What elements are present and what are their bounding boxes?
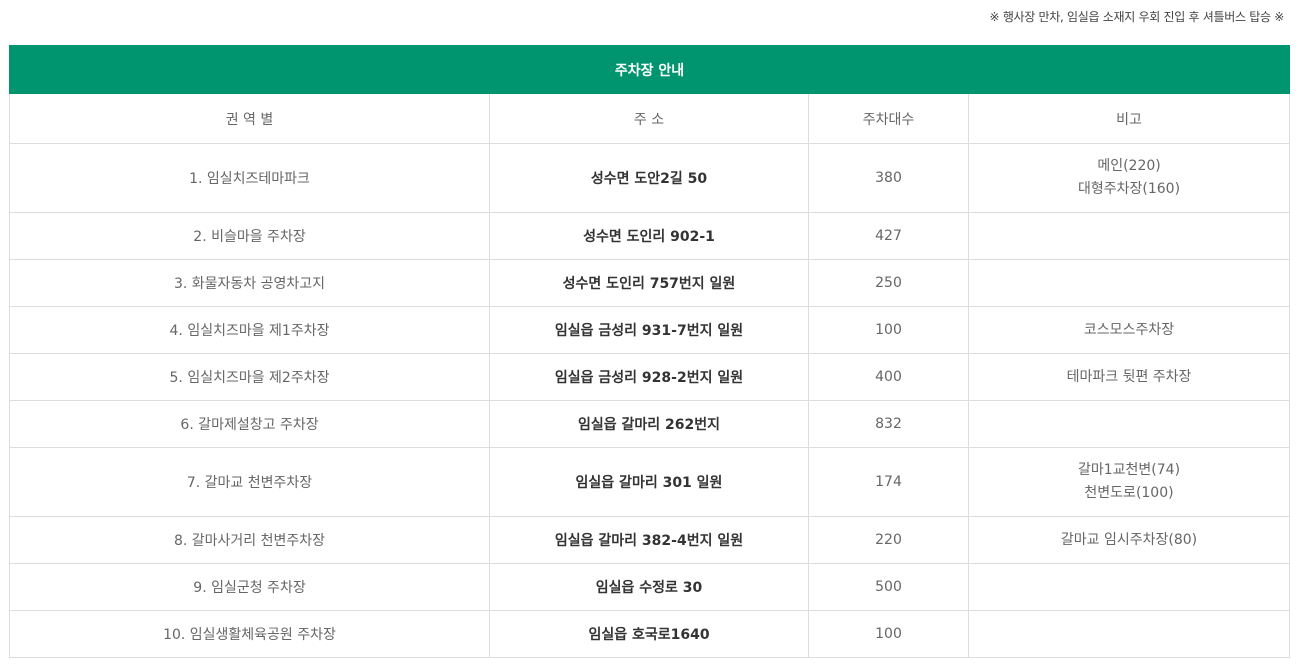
cell-notes: 코스모스주차장 xyxy=(967,306,1291,354)
cell-notes: 메인(220) 대형주차장(160) xyxy=(967,143,1291,213)
header-address: 주 소 xyxy=(489,93,809,144)
cell-region: 5. 임실치즈마을 제2주차장 xyxy=(9,353,490,401)
cell-region: 8. 갈마사거리 천변주차장 xyxy=(9,516,490,564)
table-row: 1. 임실치즈테마파크 성수면 도안2길 50 380 메인(220) 대형주차장(16… xyxy=(9,143,1291,213)
cell-address: 성수면 도안2길 50 xyxy=(489,143,809,213)
note-line: 코스모스주차장 xyxy=(1083,321,1175,338)
header-notes: 비고 xyxy=(967,93,1291,144)
cell-region: 6. 갈마제설창고 주차장 xyxy=(9,400,490,448)
note-line: 천변도로(100) xyxy=(1084,485,1174,501)
cell-count: 380 xyxy=(808,143,969,213)
cell-count: 100 xyxy=(808,306,969,354)
header-region: 권 역 별 xyxy=(9,93,490,144)
cell-address: 임실읍 갈마리 301 일원 xyxy=(489,447,809,517)
table-row: 10. 임실생활체육공원 주차장 임실읍 호국로1640 100 xyxy=(9,610,1291,658)
table-title: 주차장 안내 xyxy=(8,45,1291,94)
cell-address: 임실읍 갈마리 382-4번지 일원 xyxy=(489,516,809,564)
cell-notes xyxy=(967,610,1291,658)
cell-notes: 갈마1교천변(74) 천변도로(100) xyxy=(967,447,1291,517)
table-row: 2. 비슬마을 주차장 성수면 도인리 902-1 427 xyxy=(9,212,1291,260)
cell-count: 832 xyxy=(808,400,969,448)
note-line: 테마파크 뒷편 주차장 xyxy=(1066,368,1192,385)
note-line: 갈마1교천변(74) xyxy=(1077,462,1181,478)
cell-count: 427 xyxy=(808,212,969,260)
cell-count: 250 xyxy=(808,259,969,307)
cell-count: 100 xyxy=(808,610,969,658)
parking-table-wrapper: 주차장 안내 권 역 별 주 소 주차대수 비고 1. 임실치즈테마파크 성수면 … xyxy=(8,45,1291,658)
cell-address: 성수면 도인리 902-1 xyxy=(489,212,809,260)
note-line: 대형주차장(160) xyxy=(1077,181,1181,197)
table-row: 9. 임실군청 주차장 임실읍 수정로 30 500 xyxy=(9,563,1291,611)
cell-notes: 테마파크 뒷편 주차장 xyxy=(967,353,1291,401)
table-header-row: 권 역 별 주 소 주차대수 비고 xyxy=(9,93,1291,144)
cell-notes: 갈마교 임시주차장(80) xyxy=(967,516,1291,564)
cell-address: 임실읍 갈마리 262번지 xyxy=(489,400,809,448)
note-line: 메인(220) xyxy=(1097,158,1161,174)
table-row: 8. 갈마사거리 천변주차장 임실읍 갈마리 382-4번지 일원 220 갈마교 임… xyxy=(9,516,1291,564)
cell-address: 성수면 도인리 757번지 일원 xyxy=(489,259,809,307)
cell-count: 174 xyxy=(808,447,969,517)
cell-region: 1. 임실치즈테마파크 xyxy=(9,143,490,213)
shuttle-notice: ※ 행사장 만차, 임실읍 소재지 우회 진입 후 셔틀버스 탑승 ※ xyxy=(989,10,1285,24)
header-count: 주차대수 xyxy=(808,93,969,144)
cell-address: 임실읍 수정로 30 xyxy=(489,563,809,611)
cell-region: 10. 임실생활체육공원 주차장 xyxy=(9,610,490,658)
parking-table: 주차장 안내 권 역 별 주 소 주차대수 비고 1. 임실치즈테마파크 성수면 … xyxy=(8,45,1291,658)
table-body: 1. 임실치즈테마파크 성수면 도안2길 50 380 메인(220) 대형주차장(16… xyxy=(9,143,1291,658)
table-row: 7. 갈마교 천변주차장 임실읍 갈마리 301 일원 174 갈마1교천변(74) 천… xyxy=(9,447,1291,517)
cell-address: 임실읍 호국로1640 xyxy=(489,610,809,658)
table-row: 5. 임실치즈마을 제2주차장 임실읍 금성리 928-2번지 일원 400 테마파크… xyxy=(9,353,1291,401)
cell-notes xyxy=(967,400,1291,448)
note-line: 갈마교 임시주차장(80) xyxy=(1060,531,1198,548)
cell-region: 4. 임실치즈마을 제1주차장 xyxy=(9,306,490,354)
cell-count: 400 xyxy=(808,353,969,401)
table-row: 6. 갈마제설창고 주차장 임실읍 갈마리 262번지 832 xyxy=(9,400,1291,448)
table-row: 3. 화물자동차 공영차고지 성수면 도인리 757번지 일원 250 xyxy=(9,259,1291,307)
cell-region: 2. 비슬마을 주차장 xyxy=(9,212,490,260)
cell-region: 3. 화물자동차 공영차고지 xyxy=(9,259,490,307)
cell-region: 7. 갈마교 천변주차장 xyxy=(9,447,490,517)
cell-address: 임실읍 금성리 928-2번지 일원 xyxy=(489,353,809,401)
cell-address: 임실읍 금성리 931-7번지 일원 xyxy=(489,306,809,354)
cell-notes xyxy=(967,563,1291,611)
cell-count: 220 xyxy=(808,516,969,564)
cell-count: 500 xyxy=(808,563,969,611)
cell-region: 9. 임실군청 주차장 xyxy=(9,563,490,611)
cell-notes xyxy=(967,212,1291,260)
cell-notes xyxy=(967,259,1291,307)
table-row: 4. 임실치즈마을 제1주차장 임실읍 금성리 931-7번지 일원 100 코스모스… xyxy=(9,306,1291,354)
